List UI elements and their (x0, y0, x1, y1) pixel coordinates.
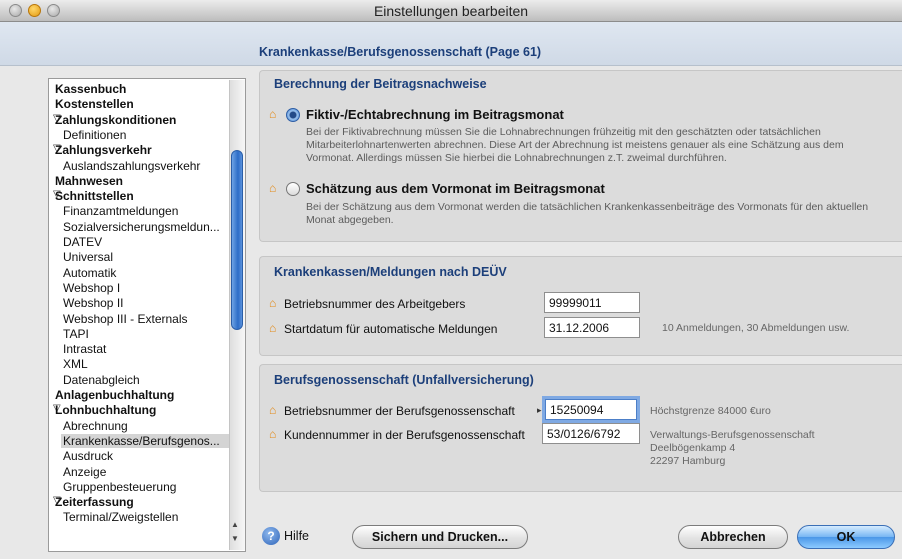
beitrag-group: Berechnung der Beitragsnachweise ⌂ Fikti… (259, 70, 902, 242)
focus-arrow-icon: ▸ (537, 405, 542, 415)
radio-schaetzung[interactable] (286, 182, 300, 196)
sidebar-item[interactable]: Zahlungskonditionen (55, 113, 176, 127)
sidebar-item[interactable]: Webshop II (63, 296, 123, 310)
bg-address-line2: Deelbögenkamp 4 (650, 442, 736, 454)
sidebar-item[interactable]: Ausdruck (63, 449, 113, 463)
start-date-input[interactable] (544, 317, 640, 338)
sidebar-item[interactable]: Terminal/Zweigstellen (63, 510, 178, 524)
bg-number-input[interactable] (545, 399, 637, 420)
sidebar-item[interactable]: TAPI (63, 327, 89, 341)
settings-tree: Kassenbuch Kostenstellen ▽ Zahlungskonditio… (48, 78, 246, 552)
option-fiktiv-label[interactable]: Fiktiv-/Echtabrechnung im Beitragsmonat (306, 107, 564, 122)
sidebar-item[interactable]: XML (63, 357, 88, 371)
sidebar-item[interactable]: Auslandszahlungsverkehr (63, 159, 200, 173)
sidebar-item[interactable]: Lohnbuchhaltung (55, 403, 156, 417)
required-marker-icon: ⌂ (269, 296, 277, 310)
sidebar-item[interactable]: Zeiterfassung (55, 495, 134, 509)
customer-number-input[interactable] (542, 423, 640, 444)
required-marker-icon: ⌂ (269, 321, 277, 335)
deuev-group-title: Krankenkassen/Meldungen nach DEÜV (274, 265, 507, 279)
sidebar-item[interactable]: Schnittstellen (55, 189, 134, 203)
sidebar-item[interactable]: Anlagenbuchhaltung (55, 388, 174, 402)
sidebar-item[interactable]: Gruppenbesteuerung (63, 480, 176, 494)
bg-group-title: Berufsgenossenschaft (Unfallversicherung… (274, 373, 534, 387)
sidebar-item[interactable]: Abrechnung (63, 419, 128, 433)
page-title: Krankenkasse/Berufsgenossenschaft (Page … (259, 45, 542, 59)
sidebar-item[interactable]: Intrastat (63, 342, 106, 356)
required-marker-icon: ⌂ (269, 403, 277, 417)
bg-number-label: Betriebsnummer der Berufsgenossenschaft (284, 404, 515, 418)
sidebar-item[interactable]: Krankenkasse/Berufsgenos... (61, 433, 229, 448)
help-label[interactable]: Hilfe (284, 529, 309, 543)
save-and-print-button[interactable]: Sichern und Drucken... (352, 525, 528, 549)
page-header: Krankenkasse/Berufsgenossenschaft (Page … (0, 22, 902, 66)
cancel-button[interactable]: Abbrechen (678, 525, 788, 549)
sidebar-item[interactable]: Anzeige (63, 465, 106, 479)
ok-button[interactable]: OK (797, 525, 895, 549)
sidebar-item[interactable]: Zahlungsverkehr (55, 143, 152, 157)
option-schaetzung-label[interactable]: Schätzung aus dem Vormonat im Beitragsmo… (306, 181, 605, 196)
sidebar-item[interactable]: Automatik (63, 266, 116, 280)
customer-number-label: Kundennummer in der Berufsgenossenschaft (284, 428, 525, 442)
bg-group: Berufsgenossenschaft (Unfallversicherung… (259, 364, 902, 492)
sidebar-item[interactable]: Webshop III - Externals (63, 312, 188, 326)
bg-number-hint: Höchstgrenze 84000 €uro (650, 405, 771, 417)
sidebar-item[interactable]: Sozialversicherungsmeldun... (63, 220, 220, 234)
sidebar-item[interactable]: Kassenbuch (55, 82, 126, 96)
sidebar-item[interactable]: Webshop I (63, 281, 120, 295)
sidebar-item[interactable]: Finanzamtmeldungen (63, 204, 178, 218)
bg-address-line3: 22297 Hamburg (650, 455, 726, 467)
scroll-down-arrow-icon[interactable]: ▼ (231, 534, 239, 543)
window-title: Einstellungen bearbeiten (373, 3, 529, 19)
beitrag-group-title: Berechnung der Beitragsnachweise (274, 77, 487, 91)
option-fiktiv-description: Bei der Fiktivabrechnung müssen Sie die … (306, 126, 844, 164)
employer-number-label: Betriebsnummer des Arbeitgebers (284, 297, 466, 311)
required-marker-icon: ⌂ (269, 107, 277, 121)
employer-number-input[interactable] (544, 292, 640, 313)
sidebar-item[interactable]: Datenabgleich (63, 373, 140, 387)
start-date-label: Startdatum für automatische Meldungen (284, 322, 498, 336)
option-schaetzung-description: Bei der Schätzung aus dem Vormonat werde… (306, 201, 869, 226)
help-icon[interactable]: ? (262, 527, 280, 545)
sidebar-item[interactable]: Mahnwesen (55, 174, 123, 188)
deuev-group: Krankenkassen/Meldungen nach DEÜV ⌂ Betr… (259, 256, 902, 356)
scroll-up-arrow-icon[interactable]: ▲ (231, 520, 239, 529)
tree-scrollbar-thumb[interactable] (231, 150, 243, 330)
radio-fiktiv[interactable] (286, 108, 300, 122)
sidebar-item[interactable]: Kostenstellen (55, 97, 134, 111)
sidebar-item[interactable]: Universal (63, 250, 113, 264)
start-date-hint: 10 Anmeldungen, 30 Abmeldungen usw. (662, 322, 850, 334)
sidebar-item[interactable]: DATEV (63, 235, 102, 249)
bg-address-line1: Verwaltungs-Berufsgenossenschaft (650, 429, 815, 441)
window-titlebar: Einstellungen bearbeiten (0, 0, 902, 22)
required-marker-icon: ⌂ (269, 181, 277, 195)
required-marker-icon: ⌂ (269, 427, 277, 441)
sidebar-item[interactable]: Definitionen (63, 128, 126, 142)
